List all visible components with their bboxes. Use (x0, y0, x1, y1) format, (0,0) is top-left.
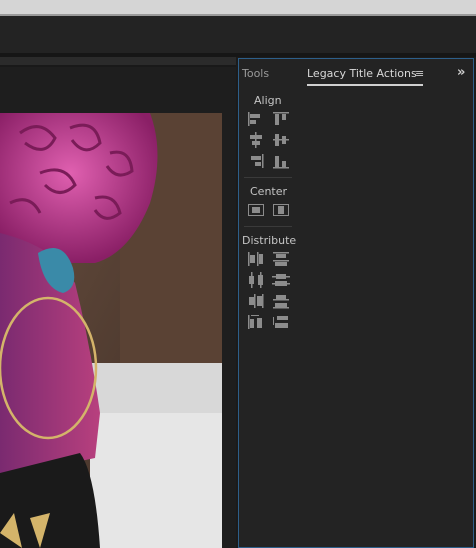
video-image (0, 113, 222, 548)
align-left-icon[interactable] (247, 111, 265, 127)
video-frame (0, 113, 222, 548)
distribute-horizontal-center-icon[interactable] (247, 272, 265, 288)
align-horizontal-center-icon[interactable] (247, 132, 265, 148)
legacy-title-actions-panel: Tools Legacy Title Actions ≡ » Align Cen… (238, 58, 474, 548)
distribute-vertical-center-icon[interactable] (272, 272, 290, 288)
center-section-divider (244, 226, 292, 227)
distribute-vertical-spacing-icon[interactable] (272, 314, 290, 330)
window-title-bar (0, 0, 476, 14)
align-section-divider (244, 177, 292, 178)
distribute-bottom-icon[interactable] (272, 293, 290, 309)
program-monitor-header-divider (0, 65, 236, 67)
align-bottom-icon[interactable] (272, 153, 290, 169)
panel-menu-icon[interactable]: ≡ (415, 67, 424, 80)
distribute-left-icon[interactable] (247, 251, 265, 267)
distribute-horizontal-spacing-icon[interactable] (247, 314, 265, 330)
center-horizontal-icon[interactable] (272, 202, 290, 218)
distribute-top-icon[interactable] (272, 251, 290, 267)
align-section-label: Align (254, 94, 282, 107)
tab-tools[interactable]: Tools (242, 67, 269, 81)
program-monitor-header (0, 57, 236, 65)
center-vertical-icon[interactable] (247, 202, 265, 218)
distribute-section-label: Distribute (242, 234, 297, 247)
align-top-icon[interactable] (272, 111, 290, 127)
tab-legacy-title-actions[interactable]: Legacy Title Actions (307, 67, 417, 81)
center-section-label: Center (250, 185, 288, 198)
distribute-right-icon[interactable] (247, 293, 265, 309)
workspace-toolbar (0, 16, 476, 53)
active-tab-indicator (307, 84, 423, 86)
expand-panels-icon[interactable]: » (457, 65, 465, 80)
align-right-icon[interactable] (247, 153, 265, 169)
align-vertical-center-icon[interactable] (272, 132, 290, 148)
